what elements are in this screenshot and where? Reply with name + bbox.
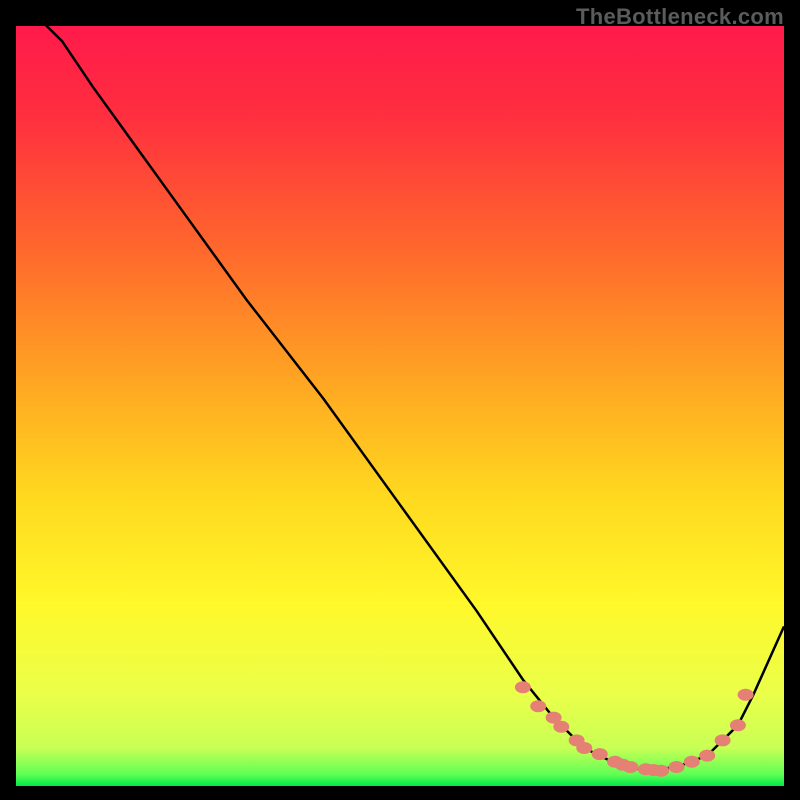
highlight-point [669, 761, 685, 773]
highlight-point [530, 700, 546, 712]
bottleneck-chart [16, 26, 784, 786]
highlight-point [515, 681, 531, 693]
highlight-point [622, 761, 638, 773]
chart-frame [16, 26, 784, 786]
highlight-point [653, 765, 669, 777]
highlight-point [576, 742, 592, 754]
highlight-point [699, 750, 715, 762]
highlight-point [738, 689, 754, 701]
highlight-point [684, 756, 700, 768]
highlight-point [592, 748, 608, 760]
highlight-point [553, 721, 569, 733]
highlight-point [715, 734, 731, 746]
highlight-point [730, 719, 746, 731]
